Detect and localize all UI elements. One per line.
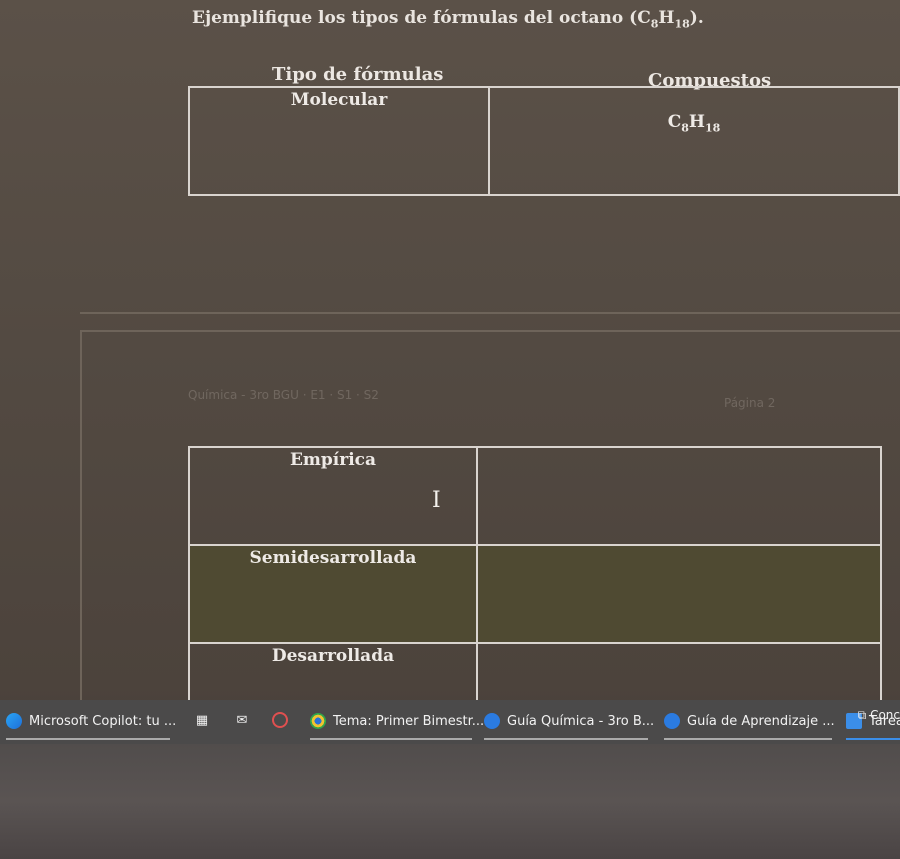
corner-widget[interactable]: ⧉ Conc [858, 708, 900, 723]
cell-desarrollada-compound[interactable] [476, 642, 882, 704]
taskbar-item-label: Guía de Aprendizaje ... [687, 713, 835, 729]
chrome-icon [310, 713, 326, 729]
cell-semidesarrollada-compound[interactable] [476, 544, 882, 644]
question-text: Ejemplifique los tipos de fórmulas del o… [192, 8, 704, 31]
value-molecular-formula: C8H18 [667, 112, 721, 135]
taskbar-item-label: Tema: Primer Bimestr... [333, 713, 485, 729]
record-icon[interactable] [272, 712, 288, 728]
label-empirica: Empírica [289, 450, 377, 470]
edge-icon [664, 713, 680, 729]
taskbar: Microsoft Copilot: tu ... ▦ ✉ Tema: Prim… [0, 700, 900, 744]
cell-empirica-compound[interactable] [476, 446, 882, 546]
cell-molecular-type[interactable]: Molecular [188, 86, 490, 196]
screen: Ejemplifique los tipos de fórmulas del o… [0, 0, 900, 859]
bezel-below-screen [0, 744, 900, 859]
mail-icon[interactable]: ✉ [234, 712, 250, 728]
taskbar-item-guia-aprendizaje[interactable]: Guía de Aprendizaje ... [664, 704, 835, 740]
taskbar-item-copilot[interactable]: Microsoft Copilot: tu ... [6, 704, 176, 740]
formula-table-bottom: Empírica Semidesarrollada Desarrollada [188, 446, 882, 704]
taskbar-item-label: Guía Química - 3ro B... [507, 713, 655, 729]
cell-desarrollada-type[interactable]: Desarrollada [188, 642, 478, 704]
label-molecular: Molecular [290, 90, 388, 110]
window-icon: ⧉ [857, 708, 867, 722]
text-cursor-icon: I [432, 488, 441, 513]
column-header-type: Tipo de fórmulas [272, 64, 444, 85]
taskbar-item-guia-quimica[interactable]: Guía Química - 3ro B... [484, 704, 654, 740]
taskbar-item-tema[interactable]: Tema: Primer Bimestr... [310, 704, 484, 740]
faint-page-header: Química - 3ro BGU · E1 · S1 · S2 [188, 388, 379, 402]
edge-icon [484, 713, 500, 729]
faint-page-number: Página 2 [724, 396, 776, 410]
corner-label: Conc [870, 708, 900, 722]
cell-semidesarrollada-type[interactable]: Semidesarrollada [188, 544, 478, 644]
formula-table-top: Molecular C8H18 [188, 86, 900, 196]
label-desarrollada: Desarrollada [271, 646, 395, 666]
cell-molecular-compound[interactable]: C8H18 [488, 86, 900, 196]
copilot-icon [6, 713, 22, 729]
calendar-icon[interactable]: ▦ [194, 712, 210, 728]
taskbar-item-label: Microsoft Copilot: tu ... [29, 713, 177, 729]
label-semidesarrollada: Semidesarrollada [249, 548, 417, 568]
